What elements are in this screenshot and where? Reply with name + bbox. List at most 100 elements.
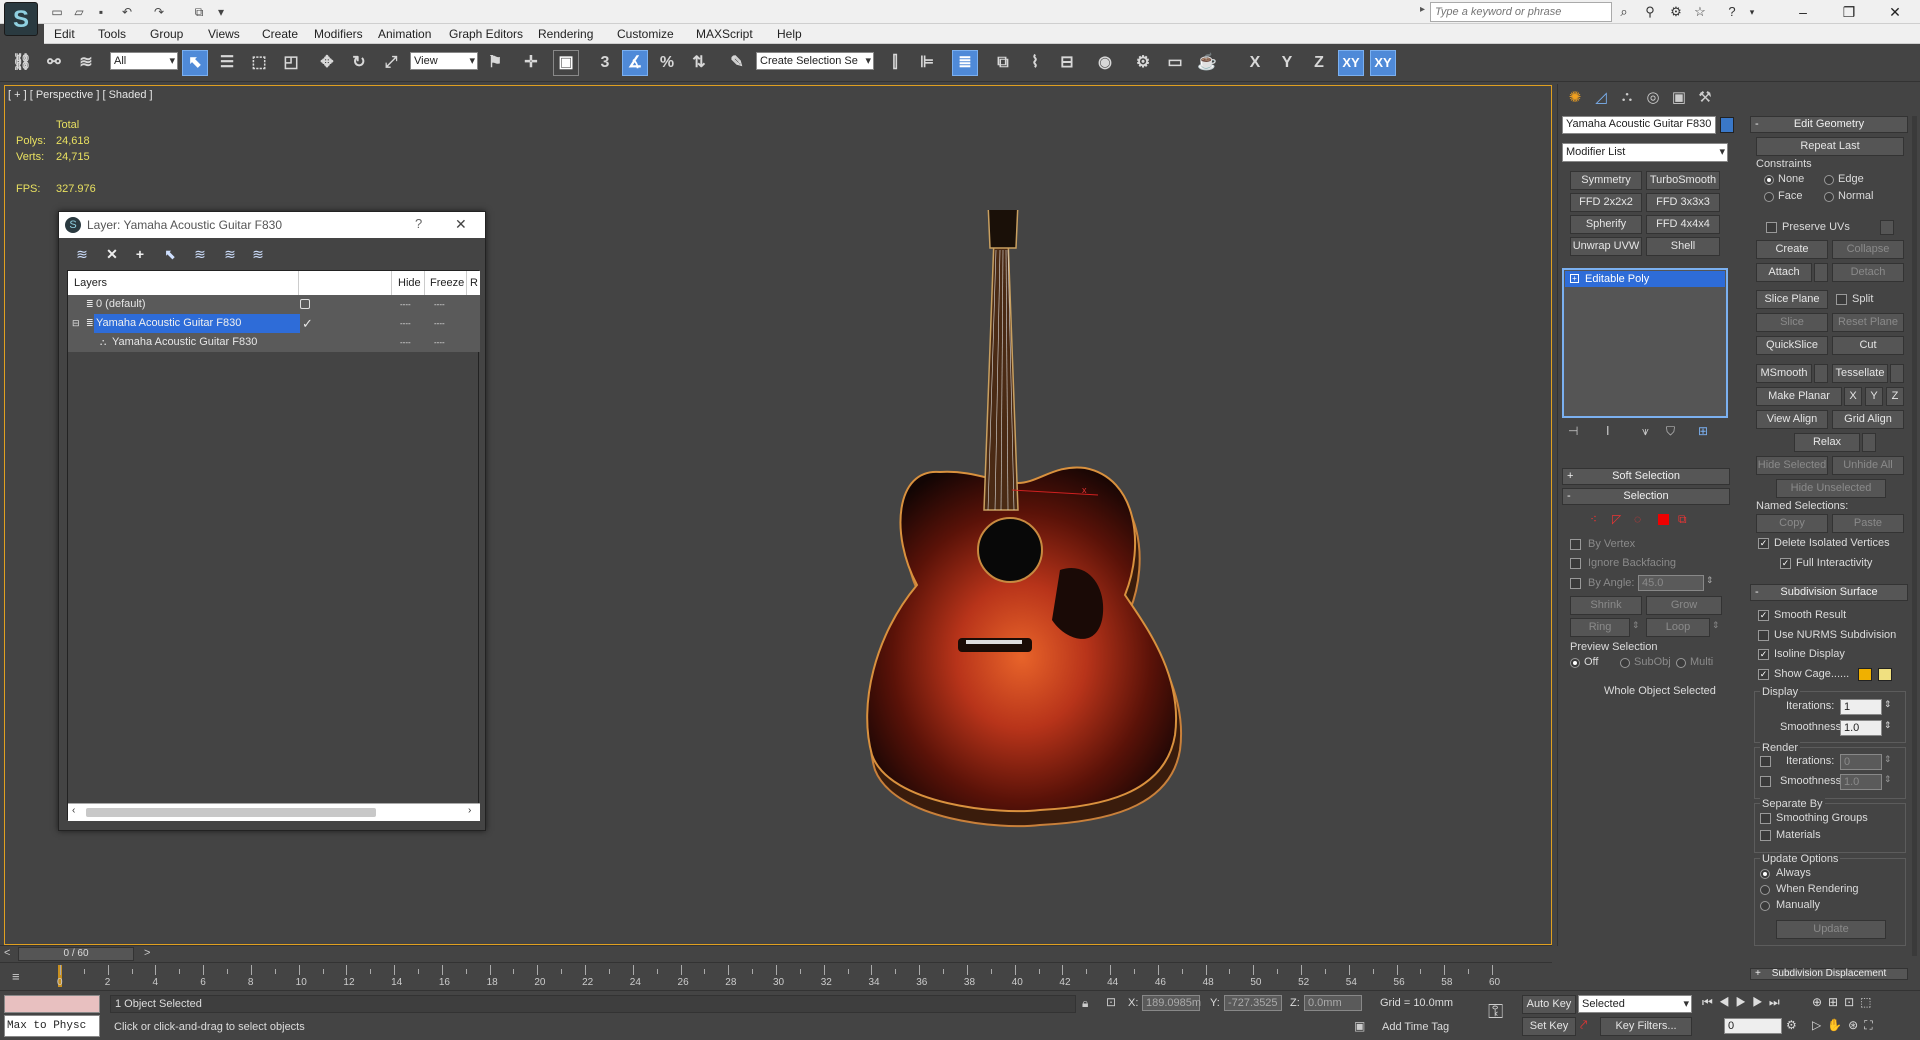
playback-controls[interactable]: ⏮◀▶▶⏭ [1702,995,1786,1010]
save-icon[interactable]: ▪ [92,3,110,20]
shrink-button[interactable]: Shrink [1570,596,1642,615]
hide-selected-button[interactable]: Hide Selected [1756,456,1828,475]
display-iterations-arrows[interactable]: ⇕ [1884,699,1892,710]
constraint-face-radio[interactable] [1764,192,1774,202]
ring-spinner-arrows[interactable]: ⇕ [1632,620,1640,631]
menu-views[interactable]: Views [208,27,240,41]
unhide-all-button[interactable]: Unhide All [1832,456,1904,475]
show-end-result-icon[interactable]: Ⅰ [1606,424,1610,438]
prev-frame-icon[interactable]: < [4,947,10,959]
align-icon[interactable]: ⊫ [914,50,940,76]
snaps-toggle-icon[interactable]: 3 [592,50,618,76]
mirror-icon[interactable]: ⫿ [882,50,908,76]
cage-color-swatch[interactable] [1858,668,1872,681]
current-layer-toggle[interactable] [300,299,310,309]
track-bar[interactable]: ≡ 0 2 4 6 8 10 12 14 16 18 20 22 24 26 28 30 32 34 36 38 40 4… [0,962,1552,990]
x-coordinate-field[interactable]: 189.0985m [1142,995,1201,1011]
communication-icon[interactable]: ⚙ [1666,4,1686,20]
layer-hide-toggle[interactable]: ---- [400,295,411,314]
preserve-uvs-settings-button[interactable] [1880,220,1894,235]
axis-xy-cycle-button[interactable]: XY [1370,50,1396,76]
restore-icon[interactable]: ❐ [1826,0,1872,24]
percent-snap-icon[interactable]: % [654,50,680,76]
menu-animation[interactable]: Animation [378,27,431,41]
favorites-star-icon[interactable]: ☆ [1690,4,1710,20]
render-smoothness-arrows[interactable]: ⇕ [1884,774,1892,785]
column-freeze[interactable]: Freeze [430,271,464,295]
polygon-mode-icon[interactable] [1658,514,1669,525]
lock-selection-icon[interactable]: 🔒︎ [1082,996,1088,1011]
smoothing-groups-checkbox[interactable] [1760,813,1771,824]
relax-button[interactable]: Relax [1794,433,1860,452]
open-file-icon[interactable]: ▱ [70,3,88,20]
add-to-layer-icon[interactable]: + [129,244,151,264]
preserve-uvs-checkbox[interactable] [1766,222,1777,233]
scrollbar-thumb[interactable] [86,808,376,817]
scroll-left-icon[interactable]: ‹ [72,805,75,816]
selection-filter-dropdown[interactable]: All [110,52,178,70]
viewport-nav-controls-top[interactable]: ⊕⊞⊡⬚ [1812,995,1878,1009]
layer-name[interactable]: Yamaha Acoustic Guitar F830 [94,314,300,333]
material-editor-icon[interactable]: ◉ [1092,50,1118,76]
layer-freeze-toggle[interactable]: ---- [434,314,445,333]
current-frame-field[interactable]: 0 [1724,1018,1782,1034]
element-mode-icon[interactable]: ⧉ [1678,512,1687,527]
schematic-view-icon[interactable]: ⊟ [1054,50,1080,76]
set-key-mode-icon[interactable]: ⚿ [1488,1001,1503,1024]
y-coordinate-field[interactable]: -727.3525 [1224,995,1282,1011]
menu-group[interactable]: Group [150,27,183,41]
key-filters-button[interactable]: Key Filters... [1600,1017,1692,1036]
spinner-snap-icon[interactable]: ⇅ [686,50,712,76]
remove-modifier-icon[interactable]: ⛉ [1666,424,1675,439]
angle-spinner-arrows[interactable]: ⇕ [1706,575,1714,586]
z-coordinate-field[interactable]: 0.0mm [1304,995,1362,1011]
frame-slider-thumb[interactable]: 0 / 60 [18,947,134,961]
render-iterations-checkbox[interactable] [1760,756,1771,767]
link-icon[interactable]: ⛓ [9,50,35,76]
edit-geometry-rollout[interactable]: - Edit Geometry [1750,116,1908,133]
help-dropdown-icon[interactable]: ▾ [1742,4,1762,20]
create-tab-icon[interactable]: ✺ [1564,88,1586,108]
unlink-icon[interactable]: ⚯ [41,50,67,76]
layer-name[interactable]: 0 (default) [94,295,148,314]
viewport-label[interactable]: [ + ] [ Perspective ] [ Shaded ] [8,89,153,101]
render-smoothness-checkbox[interactable] [1760,776,1771,787]
ignore-backfacing-checkbox[interactable] [1570,558,1581,569]
quickslice-button[interactable]: QuickSlice [1756,336,1828,355]
by-vertex-checkbox[interactable] [1570,539,1581,550]
curve-editor-icon[interactable]: ⌇ [1022,50,1048,76]
time-tag-icon[interactable]: ▣ [1354,1019,1365,1033]
angle-snap-icon[interactable]: ∡ [622,50,648,76]
detach-button[interactable]: Detach [1832,263,1904,282]
set-key-button[interactable]: Set Key [1522,1017,1576,1036]
select-rotate-icon[interactable]: ↻ [346,50,372,76]
preview-off-radio[interactable] [1570,658,1580,668]
freeze-all-layers-icon[interactable]: ≋ [247,244,269,264]
menu-help[interactable]: Help [777,27,802,41]
ffd222-button[interactable]: FFD 2x2x2 [1570,193,1642,212]
constraint-none-radio[interactable] [1764,175,1774,185]
viewport-nav-controls-bottom[interactable]: ▷✋⊛⛶ [1812,1018,1879,1033]
add-time-tag[interactable]: Add Time Tag [1382,1021,1449,1033]
keyboard-shortcut-override-icon[interactable]: ▣ [553,50,579,76]
view-align-button[interactable]: View Align [1756,410,1828,429]
cut-button[interactable]: Cut [1832,336,1904,355]
axis-xy-button[interactable]: XY [1338,50,1364,76]
border-mode-icon[interactable]: ◌ [1634,512,1641,526]
motion-tab-icon[interactable]: ◎ [1642,88,1664,108]
tessellate-settings-button[interactable] [1890,364,1904,383]
maxscript-listener-pink[interactable] [4,995,100,1013]
slice-plane-button[interactable]: Slice Plane [1756,290,1828,309]
subdivision-displacement-rollout[interactable]: + Subdivision Displacement [1750,968,1908,980]
display-smoothness-arrows[interactable]: ⇕ [1884,720,1892,731]
preview-multi-radio[interactable] [1676,658,1686,668]
loop-button[interactable]: Loop [1646,618,1710,637]
stack-item-editable-poly[interactable]: Editable Poly [1565,271,1725,287]
highlight-layer-icon[interactable]: ≋ [189,244,211,264]
layer-hide-toggle[interactable]: ---- [400,314,411,333]
planar-y-button[interactable]: Y [1865,387,1883,406]
scroll-right-icon[interactable]: › [468,805,471,816]
render-iterations-arrows[interactable]: ⇕ [1884,754,1892,765]
object-freeze-toggle[interactable]: ---- [434,333,445,352]
spherify-button[interactable]: Spherify [1570,215,1642,234]
